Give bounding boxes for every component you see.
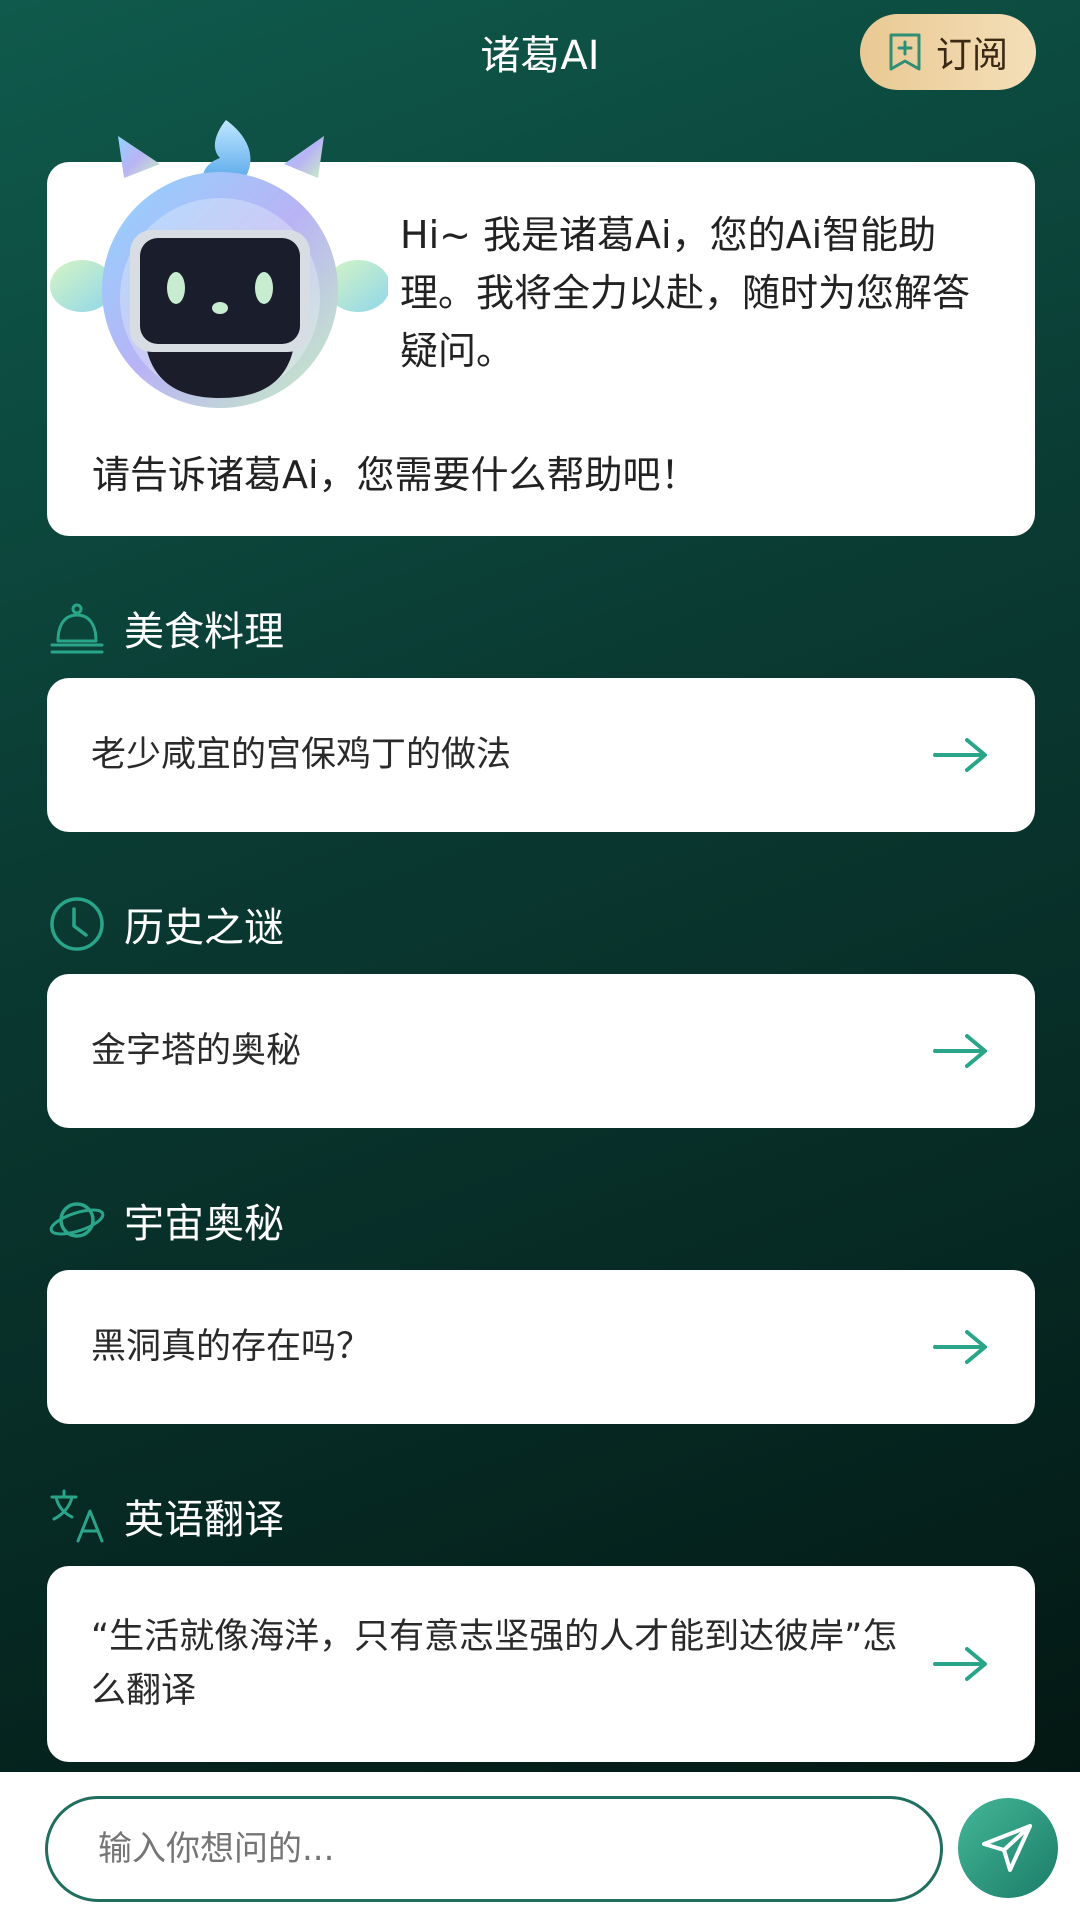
suggestion-text: 老少咸宜的宫保鸡丁的做法 [91, 735, 512, 775]
arrow-right-icon [933, 1034, 987, 1068]
arrow-right-icon [933, 1330, 987, 1364]
arrow-right-icon [933, 738, 987, 772]
send-button[interactable] [958, 1798, 1058, 1898]
clock-icon [50, 897, 104, 951]
question-input[interactable] [45, 1796, 943, 1902]
bookmark-plus-icon [889, 33, 921, 71]
planet-icon [49, 1202, 105, 1238]
section-title-universe: 宇宙奥秘 [124, 1201, 284, 1247]
translate-icon [50, 1489, 104, 1543]
section-food: 美食料理 [48, 596, 284, 660]
suggestion-text: “生活就像海洋，只有意志坚强的人才能到达彼岸”怎么翻译 [91, 1617, 898, 1711]
send-icon [982, 1824, 1032, 1872]
header: 诸葛AI 订阅 [0, 0, 1080, 110]
section-title-food: 美食料理 [124, 609, 284, 655]
suggestion-text: 金字塔的奥秘 [91, 1031, 302, 1071]
suggestion-food[interactable]: 老少咸宜的宫保鸡丁的做法 [47, 678, 1035, 832]
welcome-prompt: 请告诉诸葛Ai，您需要什么帮助吧！ [92, 453, 699, 497]
section-history: 历史之谜 [48, 892, 284, 956]
suggestion-universe[interactable]: 黑洞真的存在吗？ [47, 1270, 1035, 1424]
suggestion-translate[interactable]: “生活就像海洋，只有意志坚强的人才能到达彼岸”怎么翻译 [47, 1566, 1035, 1762]
section-translate: 英语翻译 [48, 1484, 284, 1548]
bottom-input-bar [0, 1772, 1080, 1920]
bell-cloche-icon [50, 603, 104, 654]
arrow-right-icon [933, 1647, 987, 1681]
section-title-translate: 英语翻译 [124, 1497, 284, 1543]
suggestion-history[interactable]: 金字塔的奥秘 [47, 974, 1035, 1128]
section-title-history: 历史之谜 [124, 905, 284, 951]
subscribe-button[interactable]: 订阅 [860, 14, 1036, 90]
subscribe-label: 订阅 [935, 35, 1008, 76]
suggestion-text: 黑洞真的存在吗？ [91, 1327, 372, 1367]
section-universe: 宇宙奥秘 [48, 1188, 284, 1252]
robot-mascot-icon [50, 120, 388, 408]
welcome-intro: Hi~ 我是诸葛Ai，您的Ai智能助理。我将全力以赴，随时为您解答疑问。 [400, 213, 971, 373]
